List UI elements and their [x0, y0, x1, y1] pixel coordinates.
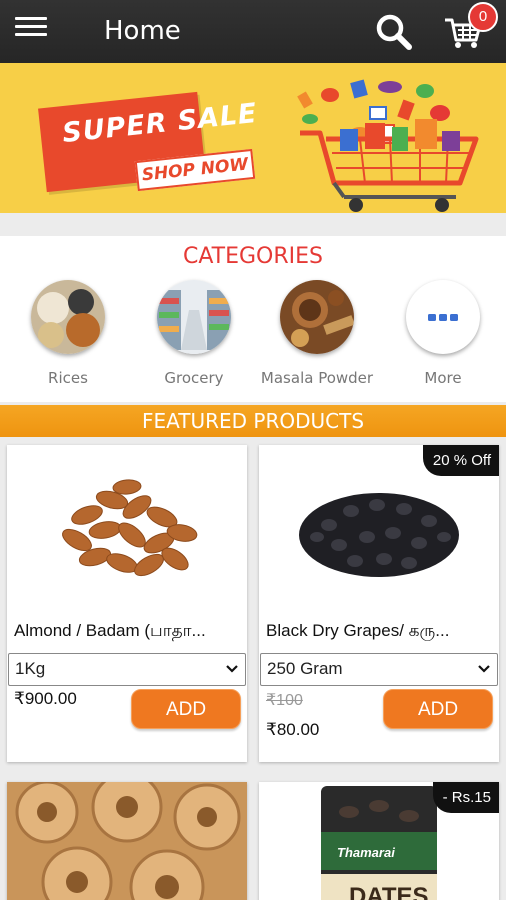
- category-rices[interactable]: Rices: [8, 280, 128, 387]
- featured-products-header: FEATURED PRODUCTS: [0, 405, 506, 437]
- package-label: DATES: [349, 883, 429, 900]
- page-title: Home: [104, 16, 181, 46]
- promo-banner[interactable]: SUPER SALE SHOP NOW: [0, 63, 506, 213]
- chevron-down-icon: [226, 665, 238, 673]
- dry-figs-product-image: [7, 782, 247, 900]
- brand-name: Thamarai: [337, 845, 395, 860]
- category-label-rices: Rices: [48, 369, 88, 387]
- category-grocery[interactable]: Grocery: [134, 280, 254, 387]
- discount-badge: 20 % Off: [422, 445, 499, 476]
- category-label-masala-powder: Masala Powder: [260, 369, 374, 387]
- product-card-dates[interactable]: Thamarai DATES - Rs.15: [259, 782, 499, 900]
- featured-products-title: FEATURED PRODUCTS: [141, 409, 365, 433]
- more-icon: [406, 280, 480, 354]
- product-price: ₹900.00: [14, 689, 77, 708]
- category-label-more: More: [424, 369, 462, 387]
- variant-select[interactable]: 1Kg: [8, 653, 246, 686]
- grocery-thumbnail: [157, 280, 231, 354]
- variant-select[interactable]: 250 Gram: [260, 653, 498, 686]
- original-price: ₹100: [266, 692, 303, 709]
- product-name: Black Dry Grapes/ கரு...: [266, 621, 450, 640]
- cart-count-badge: 0: [468, 2, 498, 32]
- categories-title: CATEGORIES: [182, 244, 324, 269]
- search-icon[interactable]: [375, 13, 413, 51]
- hamburger-menu-icon[interactable]: [15, 14, 47, 40]
- variant-value: 250 Gram: [267, 659, 343, 678]
- almond-product-image: [62, 479, 198, 577]
- product-card-dry-figs[interactable]: [7, 782, 247, 900]
- rices-thumbnail: [31, 280, 105, 354]
- chevron-down-icon: [478, 665, 490, 673]
- variant-value: 1Kg: [15, 659, 46, 678]
- product-price: ₹80.00: [266, 720, 320, 739]
- categories-section: CATEGORIES Rices Grocery Masala Powder M…: [0, 236, 506, 402]
- category-masala-powder[interactable]: Masala Powder: [257, 280, 377, 387]
- add-to-cart-button[interactable]: ADD: [383, 689, 493, 729]
- discount-badge: - Rs.15: [432, 782, 499, 813]
- top-app-bar: Home 0: [0, 0, 506, 63]
- category-label-grocery: Grocery: [164, 369, 224, 387]
- add-to-cart-button[interactable]: ADD: [131, 689, 241, 729]
- product-name: Almond / Badam (பாதா...: [14, 621, 206, 640]
- app-screen: Home 0 SUPER SALE SHOP NOW CATEGORIES Ri…: [0, 0, 506, 900]
- product-card-almond[interactable]: Almond / Badam (பாதா... 1Kg ₹900.00 ADD: [7, 445, 247, 762]
- grocery-cart-illustration: [297, 79, 479, 212]
- product-card-black-dry-grapes[interactable]: 20 % Off Black Dry Grapes/ கரு... 250 Gr…: [259, 445, 499, 762]
- masala-powder-thumbnail: [280, 280, 354, 354]
- category-more[interactable]: More: [383, 280, 503, 387]
